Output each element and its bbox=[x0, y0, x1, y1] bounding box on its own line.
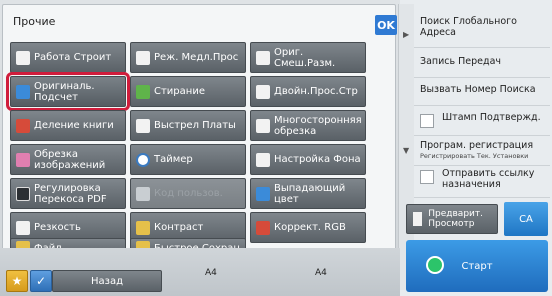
timer-icon bbox=[136, 152, 150, 167]
favorite-button[interactable]: ★ bbox=[6, 270, 28, 292]
verify-stamp-item[interactable]: Штамп Подтвержд. bbox=[414, 112, 550, 136]
program-register-sublabel: Регистрировать Тек. Установки bbox=[420, 152, 529, 160]
scroll-right-icon[interactable]: ▶ bbox=[403, 30, 409, 39]
star-icon: ★ bbox=[11, 274, 23, 288]
build-job-button[interactable]: Работа Строит bbox=[10, 42, 126, 73]
erase-label: Стирание bbox=[154, 86, 205, 97]
global-address-search-item[interactable]: Поиск Глобального Адреса bbox=[414, 16, 550, 48]
card-shot-icon bbox=[136, 118, 150, 133]
back-button[interactable]: Назад bbox=[52, 270, 162, 292]
dual-page-scan-button[interactable]: Двойн.Прос.Стр bbox=[250, 76, 366, 107]
send-log-label: Запись Передач bbox=[420, 56, 502, 67]
pdf-skew-icon bbox=[16, 186, 30, 201]
contrast-icon bbox=[136, 220, 150, 235]
background-adjust-label: Настройка Фона bbox=[274, 154, 361, 165]
slow-scan-label: Реж. Медл.Прос bbox=[154, 52, 239, 63]
start-icon bbox=[426, 256, 444, 274]
sharpness-icon bbox=[16, 220, 30, 235]
preview-label: Предварит. Просмотр bbox=[428, 209, 483, 229]
call-search-number-item[interactable]: Вызвать Номер Поиска bbox=[414, 84, 550, 106]
erase-button[interactable]: Стирание bbox=[130, 76, 246, 107]
card-shot-button[interactable]: Выстрел Платы bbox=[130, 110, 246, 141]
background-adjust-icon bbox=[256, 152, 270, 167]
mixed-size-original-button[interactable]: Ориг. Смеш.Разм. bbox=[250, 42, 366, 73]
preview-button[interactable]: Предварит. Просмотр bbox=[406, 204, 498, 234]
card-shot-label: Выстрел Платы bbox=[154, 120, 236, 131]
user-code-icon bbox=[136, 186, 150, 201]
ca-button[interactable]: CA bbox=[504, 202, 548, 236]
original-count-label: Оригиналь. Подсчет bbox=[34, 80, 95, 103]
send-link-item[interactable]: Отправить ссылку назначения bbox=[414, 168, 550, 198]
color-dropout-label: Выпадающий цвет bbox=[274, 182, 346, 205]
preview-icon bbox=[413, 212, 423, 226]
rgb-adjust-button[interactable]: Коррект. RGB bbox=[250, 212, 366, 243]
build-job-icon bbox=[16, 50, 30, 65]
erase-icon bbox=[136, 84, 150, 99]
color-dropout-button[interactable]: Выпадающий цвет bbox=[250, 178, 366, 209]
panel-title: Прочие bbox=[13, 15, 56, 28]
scroll-down-icon[interactable]: ▼ bbox=[403, 146, 409, 155]
start-button[interactable]: Старт bbox=[406, 240, 548, 292]
call-search-number-label: Вызвать Номер Поиска bbox=[420, 84, 536, 95]
multi-crop-label: Многосторонняя обрезка bbox=[274, 114, 362, 137]
sharpness-label: Резкость bbox=[34, 222, 81, 233]
send-link-label: Отправить ссылку назначения bbox=[442, 168, 535, 190]
image-crop-button[interactable]: Обрезка изображений bbox=[10, 144, 126, 175]
book-divide-icon bbox=[16, 118, 30, 133]
verify-stamp-label: Штамп Подтвержд. bbox=[442, 112, 541, 123]
start-label: Старт bbox=[461, 260, 493, 272]
dual-page-scan-icon bbox=[256, 84, 270, 99]
multi-crop-icon bbox=[256, 118, 270, 133]
timer-label: Таймер bbox=[154, 154, 193, 165]
contrast-label: Контраст bbox=[154, 222, 204, 233]
image-crop-icon bbox=[16, 152, 30, 167]
dual-page-scan-label: Двойн.Прос.Стр bbox=[274, 86, 358, 97]
send-log-item[interactable]: Запись Передач bbox=[414, 56, 550, 78]
build-job-label: Работа Строит bbox=[34, 52, 112, 63]
image-crop-label: Обрезка изображений bbox=[34, 148, 106, 171]
multi-crop-button[interactable]: Многосторонняя обрезка bbox=[250, 110, 366, 141]
ok-button[interactable]: OK bbox=[375, 15, 397, 35]
color-dropout-icon bbox=[256, 186, 270, 201]
book-divide-label: Деление книги bbox=[34, 120, 114, 131]
verify-stamp-checkbox[interactable] bbox=[420, 114, 434, 128]
check-icon: ✓ bbox=[35, 274, 47, 288]
original-count-icon bbox=[16, 84, 30, 99]
paper-size-1: A4 bbox=[205, 268, 217, 278]
check-button[interactable]: ✓ bbox=[30, 270, 52, 292]
slow-scan-icon bbox=[136, 50, 150, 65]
background-adjust-button[interactable]: Настройка Фона bbox=[250, 144, 366, 175]
mixed-size-original-label: Ориг. Смеш.Разм. bbox=[274, 46, 336, 69]
book-divide-button[interactable]: Деление книги bbox=[10, 110, 126, 141]
original-count-button[interactable]: Оригиналь. Подсчет bbox=[6, 72, 130, 111]
user-code-label: Код пользов. bbox=[154, 188, 223, 199]
global-address-search-label: Поиск Глобального Адреса bbox=[420, 16, 517, 38]
pdf-skew-button[interactable]: Регулировка Перекоса PDF bbox=[10, 178, 126, 209]
user-code-button: Код пользов. bbox=[130, 178, 246, 209]
rgb-adjust-label: Коррект. RGB bbox=[274, 222, 346, 233]
rgb-adjust-icon bbox=[256, 220, 270, 235]
slow-scan-button[interactable]: Реж. Медл.Прос bbox=[130, 42, 246, 73]
send-link-checkbox[interactable] bbox=[420, 170, 434, 184]
pdf-skew-label: Регулировка Перекоса PDF bbox=[34, 182, 107, 205]
timer-button[interactable]: Таймер bbox=[130, 144, 246, 175]
program-register-item[interactable]: Програм. регистрация Регистрировать Тек.… bbox=[414, 140, 550, 166]
mixed-size-original-icon bbox=[256, 50, 270, 65]
program-register-label: Програм. регистрация bbox=[420, 140, 534, 151]
paper-size-2: A4 bbox=[315, 268, 327, 278]
